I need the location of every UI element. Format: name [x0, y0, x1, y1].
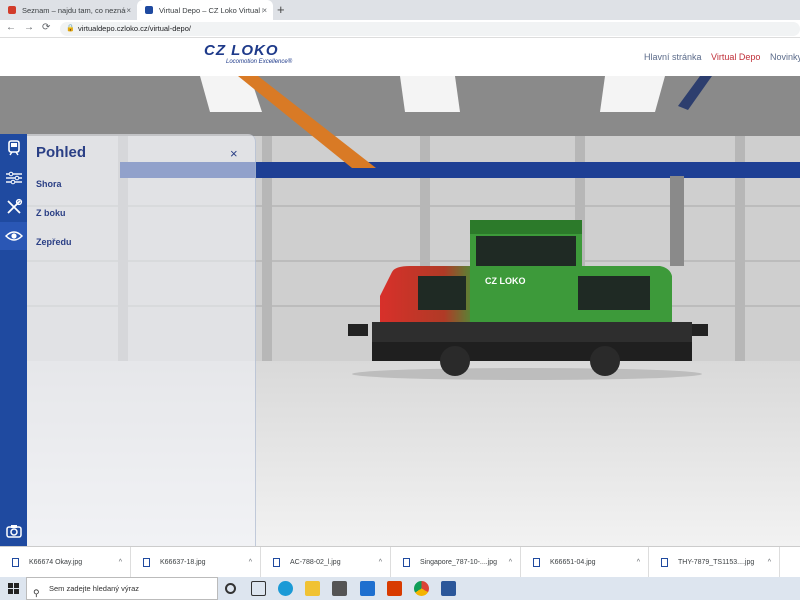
- reload-icon[interactable]: ⟳: [42, 22, 50, 33]
- tab-close-icon[interactable]: ×: [262, 6, 267, 15]
- file-icon: [661, 558, 668, 567]
- edge-icon[interactable]: [278, 581, 293, 596]
- chevron-up-icon[interactable]: ^: [509, 559, 512, 566]
- panel-close-icon[interactable]: ×: [230, 146, 238, 161]
- forward-icon[interactable]: →: [24, 22, 34, 33]
- view-menu-button[interactable]: [0, 222, 27, 250]
- file-icon: [273, 558, 280, 567]
- tools-menu-button[interactable]: [0, 193, 27, 221]
- search-placeholder: Sem zadejte hledaný výraz: [49, 584, 140, 593]
- search-icon: ⚲: [33, 588, 40, 598]
- file-icon: [143, 558, 150, 567]
- download-item[interactable]: THY-7879_TS1153....jpg ^: [649, 547, 780, 578]
- browser-tab-seznam[interactable]: Seznam – najdu tam, co neznám ×: [0, 0, 137, 20]
- windows-logo-icon: [7, 583, 19, 594]
- download-item[interactable]: K66637-18.jpg ^: [131, 547, 261, 578]
- windows-taskbar: ⚲ Sem zadejte hledaný výraz: [0, 577, 800, 600]
- office-icon[interactable]: [387, 581, 402, 596]
- nav-link-home[interactable]: Hlavní stránka: [644, 52, 702, 62]
- download-filename: K66651-04.jpg: [550, 559, 596, 566]
- file-icon: [533, 558, 540, 567]
- view-option-front[interactable]: Zepředu: [36, 237, 72, 247]
- file-explorer-icon[interactable]: [305, 581, 320, 596]
- locomotive-logo: CZ LOKO: [485, 276, 526, 286]
- task-view-icon[interactable]: [251, 581, 266, 596]
- chrome-icon[interactable]: [414, 581, 429, 596]
- vent-pipe: [670, 176, 684, 266]
- screenshot-button[interactable]: [0, 517, 27, 545]
- download-item[interactable]: K66651-04.jpg ^: [521, 547, 649, 578]
- cz-loko-logo[interactable]: CZ LOKO Locomotion Excellence®: [204, 42, 324, 74]
- panel-title: Pohled: [36, 144, 87, 161]
- url-field[interactable]: 🔒 virtualdepo.czloko.cz/virtual-depo/: [60, 22, 800, 36]
- tools-icon: [6, 198, 22, 214]
- new-tab-button[interactable]: +: [277, 2, 285, 17]
- file-icon: [403, 558, 410, 567]
- word-icon[interactable]: [441, 581, 456, 596]
- url-text: virtualdepo.czloko.cz/virtual-depo/: [78, 24, 191, 33]
- browser-tab-bar: Seznam – najdu tam, co neznám × Virtual …: [0, 0, 800, 20]
- back-icon[interactable]: ←: [6, 22, 16, 33]
- chevron-up-icon[interactable]: ^: [119, 559, 122, 566]
- eye-icon: [4, 231, 23, 241]
- locomotive-icon: [7, 140, 20, 156]
- cortana-icon[interactable]: [225, 583, 236, 594]
- czloko-favicon-icon: [145, 6, 153, 14]
- download-filename: K66674 Okay.jpg: [29, 559, 83, 566]
- view-option-side[interactable]: Z boku: [36, 208, 66, 218]
- download-filename: AC-788-02_l.jpg: [290, 559, 341, 566]
- logo-text: CZ LOKO: [204, 42, 279, 59]
- left-toolbar: [0, 134, 27, 546]
- browser-tab-virtual-depo[interactable]: Virtual Depo – CZ Loko Virtual D ×: [137, 0, 273, 20]
- download-filename: THY-7879_TS1153....jpg: [678, 559, 755, 566]
- file-icon: [12, 558, 19, 567]
- address-bar: ← → ⟳ 🔒 virtualdepo.czloko.cz/virtual-de…: [0, 20, 800, 38]
- mail-icon[interactable]: [360, 581, 375, 596]
- view-panel: Pohled × Shora Z boku Zepředu: [27, 134, 256, 546]
- lock-icon: 🔒: [66, 25, 75, 32]
- locomotive-menu-button[interactable]: [0, 134, 27, 162]
- store-icon[interactable]: [332, 581, 347, 596]
- download-filename: K66637-18.jpg: [160, 559, 206, 566]
- start-button[interactable]: [0, 577, 26, 600]
- chevron-up-icon[interactable]: ^: [637, 559, 640, 566]
- view-option-top[interactable]: Shora: [36, 179, 62, 189]
- chevron-up-icon[interactable]: ^: [379, 559, 382, 566]
- camera-icon: [5, 525, 22, 538]
- settings-menu-button[interactable]: [0, 164, 27, 192]
- download-item[interactable]: K66674 Okay.jpg ^: [0, 547, 131, 578]
- tab-title: Virtual Depo – CZ Loko Virtual D: [159, 5, 263, 15]
- downloads-bar: K66674 Okay.jpg ^ K66637-18.jpg ^ AC-788…: [0, 546, 800, 578]
- nav-link-news[interactable]: Novinky: [770, 52, 800, 62]
- seznam-favicon-icon: [8, 6, 16, 14]
- tab-close-icon[interactable]: ×: [126, 6, 131, 15]
- nav-link-virtual-depo[interactable]: Virtual Depo: [711, 52, 760, 62]
- sliders-icon: [5, 171, 22, 185]
- download-item[interactable]: AC-788-02_l.jpg ^: [261, 547, 391, 578]
- taskbar-search-input[interactable]: ⚲ Sem zadejte hledaný výraz: [26, 577, 218, 600]
- chevron-up-icon[interactable]: ^: [249, 559, 252, 566]
- tab-title: Seznam – najdu tam, co neznám: [22, 5, 126, 15]
- logo-tagline: Locomotion Excellence®: [226, 59, 293, 65]
- download-item[interactable]: Singapore_787-10-....jpg ^: [391, 547, 521, 578]
- site-header: CZ LOKO Locomotion Excellence® Hlavní st…: [0, 38, 800, 76]
- download-filename: Singapore_787-10-....jpg: [420, 559, 498, 566]
- chevron-up-icon[interactable]: ^: [768, 559, 771, 566]
